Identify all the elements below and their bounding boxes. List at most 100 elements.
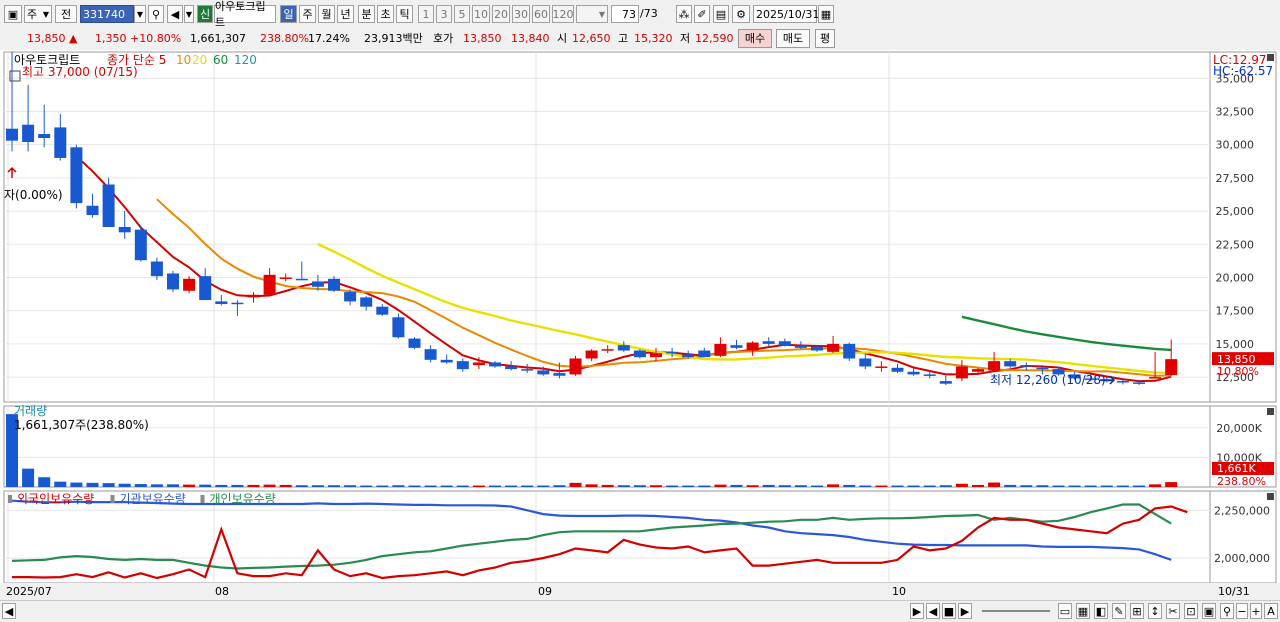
- candle-body: [440, 359, 453, 363]
- candle-body: [553, 373, 566, 376]
- mode-button[interactable]: 전: [55, 5, 77, 23]
- tool-icon[interactable]: ▦: [1076, 603, 1090, 619]
- tool-icon[interactable]: ▭: [1058, 603, 1072, 619]
- candle-body: [70, 147, 83, 204]
- tool-icon[interactable]: ✎: [1112, 603, 1126, 619]
- tab-week[interactable]: 주: [299, 5, 316, 23]
- date-input[interactable]: 2025/10/31: [753, 5, 819, 23]
- low-annotation: 최저 12,260 (10/28): [990, 373, 1106, 387]
- link-icon[interactable]: ⁂: [676, 5, 692, 23]
- play-icon[interactable]: ▶: [910, 603, 924, 619]
- volume-bar: [183, 484, 196, 487]
- bid-price: 13,840: [511, 32, 550, 45]
- volume-bar: [311, 485, 324, 487]
- candle-body: [456, 361, 469, 370]
- minute-120[interactable]: 120: [552, 5, 574, 23]
- x-tick-label: 2025/07: [6, 585, 52, 598]
- chevron-down-icon[interactable]: ▼: [134, 5, 146, 23]
- volume-bar: [134, 484, 147, 487]
- candle-body: [617, 345, 630, 351]
- panel-menu-icon: [1267, 408, 1274, 415]
- x-tick-label: 09: [538, 585, 552, 598]
- tool-icon[interactable]: ⊞: [1130, 603, 1144, 619]
- candle-body: [360, 297, 373, 307]
- toolbar: ▣ 주 ▼ 전 331740 ▼ ⚲ ◀ ▼ 신 아우토크립트 일 주 월 년 분…: [0, 0, 1280, 29]
- stop-icon[interactable]: ■: [942, 603, 956, 619]
- low-price: 12,590: [695, 32, 734, 45]
- minute-5[interactable]: 5: [454, 5, 470, 23]
- tool-icon[interactable]: ⊡: [1184, 603, 1198, 619]
- legend-marker: [200, 495, 205, 503]
- y-tick-label: 20,000: [1216, 271, 1255, 284]
- tool-icon[interactable]: ▣: [1202, 603, 1216, 619]
- minute-1[interactable]: 1: [418, 5, 434, 23]
- volume-bar: [875, 485, 888, 487]
- stock-code-input[interactable]: 331740: [80, 5, 134, 23]
- zoom-out-icon[interactable]: −: [1236, 603, 1248, 619]
- tab-tick[interactable]: 틱: [396, 5, 413, 23]
- speaker-icon[interactable]: ◀: [167, 5, 183, 23]
- volume-bar: [698, 485, 711, 487]
- tool-icon[interactable]: ◧: [1094, 603, 1108, 619]
- minute-30[interactable]: 30: [512, 5, 530, 23]
- gear-icon[interactable]: ⚙: [732, 5, 750, 23]
- holder-tick-label: 2,250,000: [1214, 504, 1270, 517]
- volume-bar: [537, 485, 550, 487]
- font-icon[interactable]: A: [1264, 603, 1278, 619]
- tab-month[interactable]: 월: [318, 5, 335, 23]
- save-icon[interactable]: ▤: [713, 5, 729, 23]
- average-button[interactable]: 평: [815, 29, 835, 48]
- sell-button[interactable]: 매도: [776, 29, 810, 48]
- forward-icon[interactable]: ▶: [958, 603, 972, 619]
- minute-3[interactable]: 3: [436, 5, 452, 23]
- minute-10[interactable]: 10: [472, 5, 490, 23]
- tool-icon[interactable]: ✂: [1166, 603, 1180, 619]
- tab-minute[interactable]: 분: [358, 5, 375, 23]
- chart-svg[interactable]: 35,00032,50030,00027,50025,00022,50020,0…: [0, 50, 1280, 600]
- scroll-left-icon[interactable]: ◀: [2, 603, 16, 619]
- search-icon[interactable]: ⚲: [1220, 603, 1234, 619]
- high-label: 고: [618, 32, 629, 45]
- search-icon[interactable]: ⚲: [148, 5, 164, 23]
- candle-body: [472, 362, 485, 366]
- volume-bar: [617, 485, 630, 487]
- volume-last-pct: 238.80%: [1217, 475, 1266, 488]
- chart-area[interactable]: 35,000 32,500 30,000 27,500 25,000 22,500 20,0…: [0, 50, 1280, 600]
- calendar-icon[interactable]: ▦: [818, 5, 834, 23]
- tab-day[interactable]: 일: [280, 5, 297, 23]
- buy-button[interactable]: 매수: [738, 29, 772, 48]
- interval-select[interactable]: ▼: [576, 5, 608, 23]
- holder-tick-label: 2,000,000: [1214, 552, 1270, 565]
- period-select[interactable]: 주 ▼: [24, 5, 52, 23]
- zoom-in-icon[interactable]: +: [1250, 603, 1262, 619]
- volume-bar: [408, 485, 421, 487]
- draw-icon[interactable]: ✐: [694, 5, 710, 23]
- candle-body: [489, 362, 501, 367]
- tab-year[interactable]: 년: [337, 5, 354, 23]
- rewind-icon[interactable]: ◀: [926, 603, 940, 619]
- volume-bar: [279, 484, 292, 487]
- high-price: 15,320: [634, 32, 673, 45]
- ask-price: 13,850: [463, 32, 502, 45]
- open-price: 12,650: [572, 32, 611, 45]
- volume-bar: [1116, 485, 1129, 487]
- panel-frame: [3, 405, 1211, 488]
- window-icon[interactable]: ▣: [4, 5, 22, 23]
- minute-20[interactable]: 20: [492, 5, 510, 23]
- count-input[interactable]: 73: [611, 5, 639, 23]
- minute-60[interactable]: 60: [532, 5, 550, 23]
- legend-label: 60: [213, 53, 228, 67]
- chevron-down-icon[interactable]: ▼: [184, 5, 194, 23]
- volume-bar: [1165, 482, 1178, 487]
- candle-body: [859, 358, 872, 367]
- candle-body: [54, 127, 67, 158]
- candle-body: [6, 128, 18, 141]
- tab-second[interactable]: 초: [377, 5, 394, 23]
- tool-icon[interactable]: ↕: [1148, 603, 1162, 619]
- volume-bar: [650, 485, 662, 487]
- volume-bar: [891, 485, 904, 487]
- volume-bar: [569, 482, 582, 487]
- volume-bar: [1036, 485, 1049, 487]
- zoom-slider[interactable]: [982, 610, 1050, 612]
- candle-body: [38, 134, 51, 139]
